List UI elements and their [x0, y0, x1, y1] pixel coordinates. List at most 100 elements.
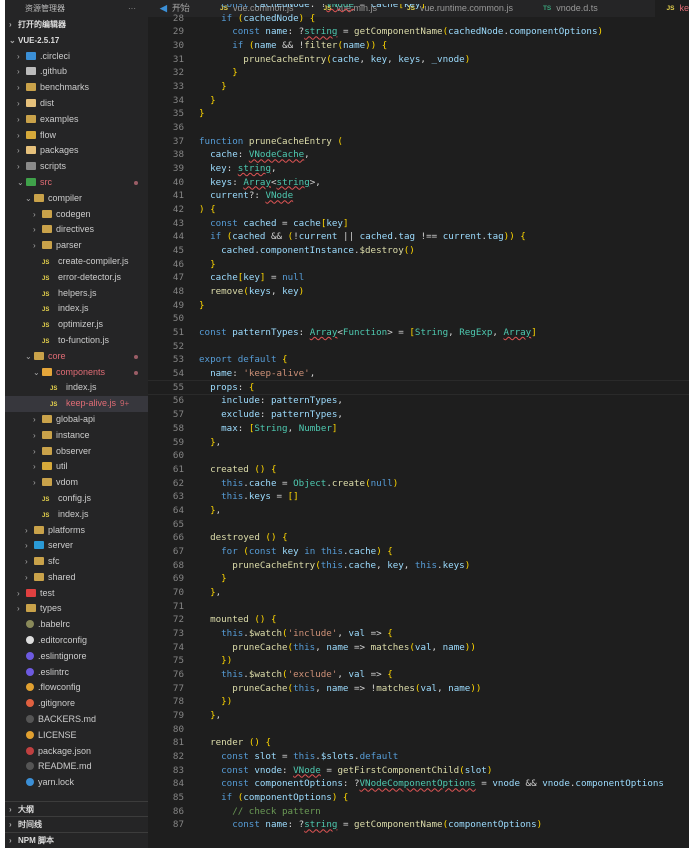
tree-item-platforms[interactable]: › platforms: [5, 523, 148, 539]
tree-item-readme-md[interactable]: README.md: [5, 759, 148, 775]
code-line: 79 },: [148, 709, 689, 723]
tree-item-label: types: [40, 603, 62, 614]
tree-item-benchmarks[interactable]: › benchmarks: [5, 80, 148, 96]
code-line: 83 const vnode: VNode = getFirstComponen…: [148, 764, 689, 778]
tree-item-server[interactable]: › server: [5, 538, 148, 554]
tree-item-vdom[interactable]: › vdom: [5, 475, 148, 491]
tree-item-src[interactable]: ⌄ src: [5, 175, 148, 191]
code-text: for (const key in this.cache) {: [221, 545, 393, 557]
code-text: created () {: [210, 463, 277, 475]
tree-item-shared[interactable]: › shared: [5, 570, 148, 586]
tree-item-components[interactable]: ⌄ components: [5, 365, 148, 381]
code-text: destroyed () {: [210, 532, 288, 544]
tree-item-sfc[interactable]: › sfc: [5, 554, 148, 570]
folder-icon: [26, 604, 36, 613]
tree-item-config-js[interactable]: JS config.js: [5, 491, 148, 507]
code-text: props: {: [210, 381, 255, 393]
line-number: 82: [172, 750, 184, 762]
more-actions-icon[interactable]: ···: [128, 0, 136, 17]
code-line: 50: [148, 312, 689, 326]
tree-item-keep-alive-js[interactable]: JS keep-alive.js 9+: [5, 396, 148, 412]
code-line: 69 }: [148, 572, 689, 586]
line-number: 84: [172, 778, 184, 790]
line-number: 49: [172, 299, 184, 311]
tree-item-examples[interactable]: › examples: [5, 112, 148, 128]
tree-item-codegen[interactable]: › codegen: [5, 207, 148, 223]
line-number: 54: [172, 368, 184, 380]
code-line: 75 }): [148, 654, 689, 668]
code-editor[interactable]: 27 const cachedNode: ?VNode = cache[key]…: [148, 4, 689, 848]
line-number: 62: [172, 477, 184, 489]
workspace-root-label: VUE-2.5.17: [18, 35, 60, 45]
line-number: 66: [172, 532, 184, 544]
tree-item-optimizer-js[interactable]: JS optimizer.js: [5, 317, 148, 333]
tree-item-label: server: [48, 540, 74, 551]
tree-item--babelrc[interactable]: .babelrc: [5, 617, 148, 633]
vscode-window: 资源管理器 ··· › 打开的编辑器 ⌄ VUE-2.5.17 › .circleci…: [5, 0, 689, 848]
tree-item-yarn-lock[interactable]: yarn.lock: [5, 775, 148, 791]
tree-item-to-function-js[interactable]: JS to-function.js: [5, 333, 148, 349]
tree-item-license[interactable]: LICENSE: [5, 728, 148, 744]
tree-item--circleci[interactable]: › .circleci: [5, 49, 148, 65]
tree-item-compiler[interactable]: ⌄ compiler: [5, 191, 148, 207]
tree-item-label: index.js: [58, 303, 89, 314]
tree-item-label: .circleci: [40, 50, 71, 61]
tree-item-package-json[interactable]: package.json: [5, 744, 148, 760]
tree-item-create-compiler-js[interactable]: JS create-compiler.js: [5, 254, 148, 270]
line-number: 36: [172, 122, 184, 134]
tree-item--eslintrc[interactable]: .eslintrc: [5, 665, 148, 681]
tree-item-index-js[interactable]: JS index.js: [5, 507, 148, 523]
code-line: 52: [148, 340, 689, 354]
tree-item-parser[interactable]: › parser: [5, 238, 148, 254]
tree-item-label: compiler: [48, 192, 83, 203]
code-text: this.$watch('include', val => {: [221, 627, 393, 639]
tree-item--gitignore[interactable]: .gitignore: [5, 696, 148, 712]
section-时间线[interactable]: › 时间线: [5, 816, 148, 832]
tree-item-types[interactable]: › types: [5, 601, 148, 617]
chevron-right-icon: ›: [17, 83, 20, 93]
tree-item-helpers-js[interactable]: JS helpers.js: [5, 286, 148, 302]
tree-item-util[interactable]: › util: [5, 459, 148, 475]
tree-item-packages[interactable]: › packages: [5, 143, 148, 159]
tree-item-index-js[interactable]: JS index.js: [5, 301, 148, 317]
tree-item-dist[interactable]: › dist: [5, 96, 148, 112]
tree-item-core[interactable]: ⌄ core: [5, 349, 148, 365]
tree-item-test[interactable]: › test: [5, 586, 148, 602]
tree-item-observer[interactable]: › observer: [5, 444, 148, 460]
code-line: 59 },: [148, 436, 689, 450]
line-number: 55: [172, 381, 184, 393]
explorer-header: 资源管理器 ···: [5, 0, 148, 17]
code-text: },: [210, 709, 222, 721]
tree-item-flow[interactable]: › flow: [5, 128, 148, 144]
modified-dot-icon: [134, 370, 138, 375]
line-number: 60: [172, 450, 184, 462]
folder-icon: [26, 146, 36, 155]
chevron-right-icon: ›: [33, 462, 36, 472]
code-line: 86 // check pattern: [148, 805, 689, 819]
code-text: include: patternTypes,: [221, 395, 343, 407]
tree-item--editorconfig[interactable]: .editorconfig: [5, 633, 148, 649]
tree-item-directives[interactable]: › directives: [5, 222, 148, 238]
open-editors-section[interactable]: › 打开的编辑器: [5, 17, 148, 33]
tree-item--eslintignore[interactable]: .eslintignore: [5, 649, 148, 665]
tree-item-error-detector-js[interactable]: JS error-detector.js: [5, 270, 148, 286]
section-NPM 脚本[interactable]: › NPM 脚本: [5, 832, 148, 848]
section-大纲[interactable]: › 大纲: [5, 800, 148, 817]
tree-item-global-api[interactable]: › global-api: [5, 412, 148, 428]
tree-item-backers-md[interactable]: BACKERS.md: [5, 712, 148, 728]
tree-item--flowconfig[interactable]: .flowconfig: [5, 680, 148, 696]
line-number: 58: [172, 422, 184, 434]
tree-item-label: global-api: [56, 413, 96, 424]
code-text: remove(keys, key): [210, 286, 305, 298]
line-number: 79: [172, 709, 184, 721]
line-number: 32: [172, 67, 184, 79]
tree-item-scripts[interactable]: › scripts: [5, 159, 148, 175]
tree-item-instance[interactable]: › instance: [5, 428, 148, 444]
code-text: if (cached && (!current || cached.tag !=…: [210, 231, 526, 243]
code-text: const slot = this.$slots.default: [221, 750, 399, 762]
code-line: 32 }: [148, 66, 689, 80]
chevron-right-icon: ›: [17, 588, 20, 598]
workspace-root[interactable]: ⌄ VUE-2.5.17: [5, 33, 148, 49]
tree-item-index-js[interactable]: JS index.js: [5, 380, 148, 396]
tree-item--github[interactable]: › .github: [5, 64, 148, 80]
